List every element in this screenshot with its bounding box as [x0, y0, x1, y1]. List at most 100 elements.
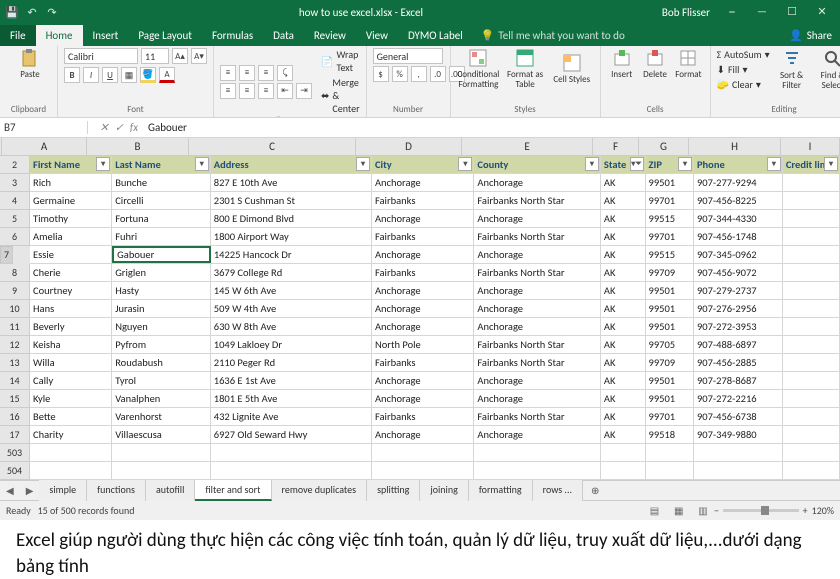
cell[interactable]: 99501: [646, 300, 694, 317]
cell[interactable]: 99709: [646, 354, 694, 371]
cell[interactable]: [372, 444, 474, 461]
cell[interactable]: [783, 192, 840, 209]
cell[interactable]: 907-344-4330: [694, 210, 783, 227]
cell[interactable]: AK: [601, 408, 646, 425]
cell[interactable]: 907-456-2885: [694, 354, 783, 371]
row-number[interactable]: 7: [0, 246, 13, 264]
zoom-slider[interactable]: − + 120%: [714, 504, 834, 517]
filter-dropdown-icon[interactable]: ▾: [96, 157, 110, 171]
cell[interactable]: North Pole: [372, 336, 474, 353]
insert-cells-button[interactable]: Insert: [607, 48, 637, 80]
save-icon[interactable]: 💾: [4, 4, 20, 20]
name-box[interactable]: B7: [0, 121, 88, 134]
inc-decimal-icon[interactable]: .0: [430, 66, 446, 82]
cell[interactable]: 907-456-6738: [694, 408, 783, 425]
conditional-formatting-button[interactable]: Conditional Formatting: [457, 48, 501, 90]
column-header[interactable]: E: [462, 138, 593, 155]
column-header[interactable]: H: [689, 138, 781, 155]
tab-view[interactable]: View: [356, 25, 398, 46]
cell[interactable]: [783, 372, 840, 389]
cell[interactable]: 99705: [646, 336, 694, 353]
font-color-icon[interactable]: A: [159, 67, 175, 83]
redo-icon[interactable]: ↷: [44, 4, 60, 20]
cell[interactable]: [783, 264, 840, 281]
cell[interactable]: Beverly: [30, 318, 112, 335]
maximize-icon[interactable]: ☐: [778, 5, 806, 19]
clear-button[interactable]: 🧽 Clear ▾: [717, 78, 761, 91]
cell[interactable]: Pyfrom: [112, 336, 211, 353]
cell[interactable]: 99701: [646, 408, 694, 425]
cell[interactable]: Charity: [30, 426, 112, 443]
filter-dropdown-icon[interactable]: ▾: [678, 157, 692, 171]
cell[interactable]: Fortuna: [112, 210, 211, 227]
cell[interactable]: Fairbanks North Star: [474, 228, 601, 245]
cell[interactable]: 99501: [646, 390, 694, 407]
align-center-icon[interactable]: ≡: [239, 83, 255, 99]
format-cells-button[interactable]: Format: [673, 48, 703, 80]
cell[interactable]: 99501: [646, 372, 694, 389]
cell[interactable]: 630 W 8th Ave: [211, 318, 372, 335]
cell[interactable]: AK: [601, 318, 646, 335]
cell[interactable]: [783, 336, 840, 353]
minimize-icon[interactable]: —: [748, 5, 776, 19]
merge-center-button[interactable]: ⬌ Merge & Center: [321, 76, 360, 115]
cell[interactable]: AK: [601, 300, 646, 317]
cell[interactable]: Fairbanks: [372, 264, 474, 281]
tab-review[interactable]: Review: [304, 25, 356, 46]
cell[interactable]: First Name▾: [30, 156, 112, 173]
font-size-select[interactable]: 11: [141, 48, 169, 64]
align-left-icon[interactable]: ≡: [220, 83, 236, 99]
row-number[interactable]: 11: [0, 318, 30, 336]
indent-dec-icon[interactable]: ⇤: [277, 83, 293, 99]
cell[interactable]: Keisha: [30, 336, 112, 353]
cell[interactable]: [783, 462, 840, 479]
row-number[interactable]: 17: [0, 426, 30, 444]
cell[interactable]: Anchorage: [372, 174, 474, 191]
cell[interactable]: Fairbanks: [372, 354, 474, 371]
cell[interactable]: [783, 426, 840, 443]
underline-icon[interactable]: U: [102, 67, 118, 83]
autosum-button[interactable]: Σ AutoSum ▾: [717, 48, 770, 61]
cell[interactable]: AK: [601, 282, 646, 299]
font-name-select[interactable]: Calibri: [64, 48, 138, 64]
cell[interactable]: AK: [601, 264, 646, 281]
row-number[interactable]: 503: [0, 444, 30, 462]
undo-icon[interactable]: ↶: [24, 4, 40, 20]
cell[interactable]: [211, 444, 372, 461]
sheet-tab[interactable]: formatting: [469, 480, 533, 501]
cell[interactable]: [474, 444, 601, 461]
cell[interactable]: 99701: [646, 192, 694, 209]
cell[interactable]: 99701: [646, 228, 694, 245]
cell[interactable]: [112, 444, 211, 461]
cell[interactable]: [646, 444, 694, 461]
cell[interactable]: Hasty: [112, 282, 211, 299]
row-number[interactable]: 8: [0, 264, 30, 282]
user-name[interactable]: Bob Flisser: [662, 6, 710, 19]
cell[interactable]: AK: [601, 228, 646, 245]
cell[interactable]: 2110 Peger Rd: [211, 354, 372, 371]
sheet-nav-next-icon[interactable]: ▶: [20, 484, 40, 497]
cell[interactable]: Anchorage: [372, 300, 474, 317]
cell[interactable]: Anchorage: [372, 426, 474, 443]
tab-dymo-label[interactable]: DYMO Label: [398, 25, 473, 46]
zoom-in-icon[interactable]: +: [803, 504, 808, 517]
cell[interactable]: [601, 444, 646, 461]
cell[interactable]: 907-456-8225: [694, 192, 783, 209]
tab-home[interactable]: Home: [36, 25, 83, 46]
cell[interactable]: 2301 S Cushman St: [211, 192, 372, 209]
filter-dropdown-icon[interactable]: ▾: [458, 157, 472, 171]
sheet-tab[interactable]: rows ...: [533, 480, 583, 501]
cell[interactable]: ZIP▾: [646, 156, 694, 173]
tab-formulas[interactable]: Formulas: [202, 25, 263, 46]
cell[interactable]: Jurasin: [112, 300, 211, 317]
zoom-level[interactable]: 120%: [812, 504, 834, 517]
row-number[interactable]: 12: [0, 336, 30, 354]
column-header[interactable]: B: [87, 138, 189, 155]
cell[interactable]: [783, 354, 840, 371]
percent-icon[interactable]: %: [392, 66, 408, 82]
align-middle-icon[interactable]: ≡: [239, 65, 255, 81]
zoom-out-icon[interactable]: −: [714, 504, 719, 517]
comma-icon[interactable]: ,: [411, 66, 427, 82]
format-as-table-button[interactable]: Format as Table: [503, 48, 547, 90]
cell[interactable]: 1636 E 1st Ave: [211, 372, 372, 389]
